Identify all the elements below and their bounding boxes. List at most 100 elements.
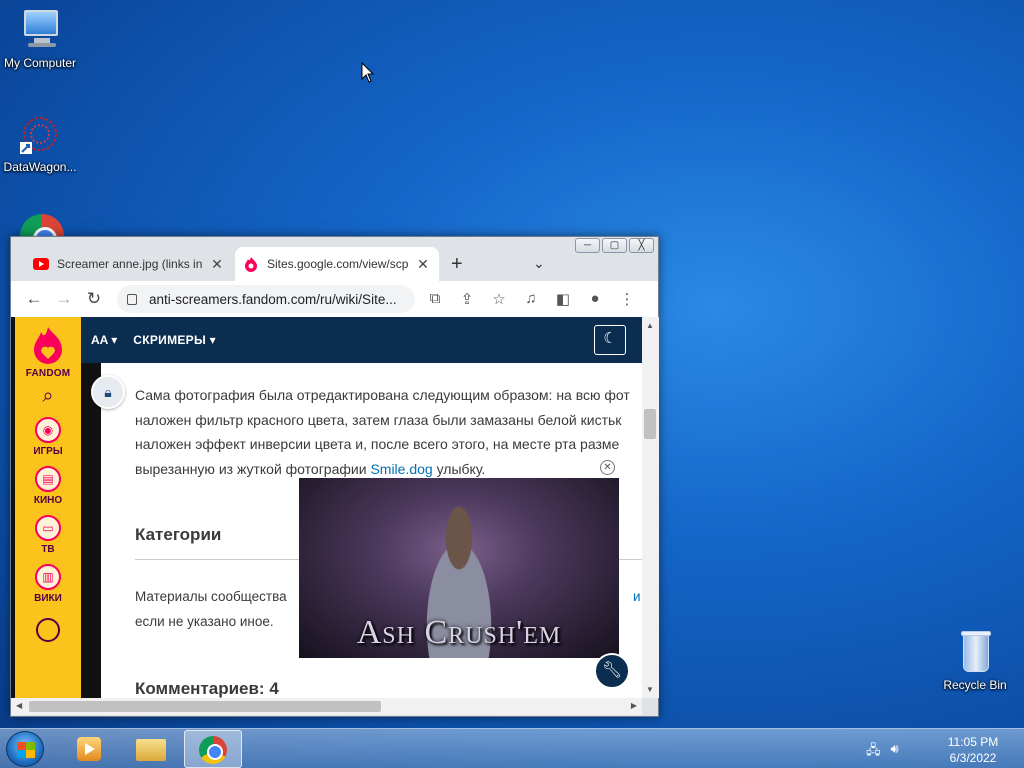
network-icon[interactable]: 🖧︎ [866, 741, 881, 763]
scroll-thumb[interactable] [644, 409, 656, 439]
fandom-icon [245, 257, 257, 272]
desktop-icon-my-computer[interactable]: My Computer [0, 8, 80, 70]
tab-close-icon[interactable]: ✕ [209, 256, 225, 273]
wrench-icon: 🔧︎ [601, 662, 623, 679]
moon-icon: ☾ [603, 330, 617, 347]
license-link[interactable]: и С [633, 585, 642, 610]
clock-date: 6/3/2022 [949, 751, 997, 765]
categories-heading: Категории [135, 525, 222, 544]
tab-search-button[interactable]: ⌄ [533, 255, 545, 272]
comments-heading: Комментариев: 4 [135, 679, 279, 698]
video-close-button[interactable]: ✕ [600, 460, 615, 475]
media-icon[interactable]: ♫ [515, 290, 547, 308]
page-margin [81, 317, 101, 698]
article-line: наложен фильтр красного цвета, затем гла… [135, 411, 622, 428]
sidepanel-icon[interactable]: ◧ [547, 290, 579, 308]
scroll-right-icon[interactable]: ▶ [631, 701, 637, 710]
sidebar-item-label: КИНО [33, 495, 63, 506]
tab-screamer[interactable]: Screamer anne.jpg (links in ✕ [25, 247, 233, 281]
video-player[interactable]: Ash Crush'em [299, 478, 619, 658]
wiki-menu[interactable]: AA ▾ [91, 333, 117, 347]
article-text: Сама фотография была отредактирована сле… [135, 383, 642, 481]
desktop-icon-recycle-bin[interactable]: Recycle Bin [935, 630, 1015, 692]
profile-icon[interactable]: ● [579, 290, 611, 308]
reload-button[interactable]: ↻ [79, 289, 109, 309]
sidebar-item-tv[interactable]: ▭ ТВ [15, 515, 81, 555]
tab-title: Screamer anne.jpg (links in [57, 257, 203, 271]
search-icon[interactable]: ⌕ [15, 385, 81, 408]
taskbar: 🖧︎ 🔊︎ 11:05 PM 6/3/2022 [0, 728, 1024, 768]
sidebar-item-movies[interactable]: ▤ КИНО [15, 466, 81, 506]
scroll-thumb[interactable] [29, 701, 381, 712]
article-text-span: вырезанную из жуткой фотографии [135, 460, 371, 477]
screamers-menu[interactable]: СКРИМЕРЫ ▾ [133, 333, 216, 347]
tab-sites-google[interactable]: Sites.google.com/view/scp ✕ [235, 247, 439, 281]
film-icon: ▤ [35, 466, 61, 492]
gamepad-icon: ◉ [35, 417, 61, 443]
tv-icon: ▭ [35, 515, 61, 541]
taskbar-media-player[interactable] [60, 730, 118, 768]
fandom-logo[interactable] [31, 325, 65, 365]
windows-logo-icon [17, 742, 35, 758]
tab-title: Sites.google.com/view/scp [267, 257, 409, 271]
scroll-down-icon[interactable]: ▼ [646, 685, 654, 694]
new-tab-button[interactable]: + [451, 253, 463, 276]
scroll-up-icon[interactable]: ▲ [646, 321, 654, 330]
tab-strip: Screamer anne.jpg (links in ✕ Sites.goog… [11, 247, 658, 281]
book-icon: ▥ [35, 564, 61, 590]
folder-icon [136, 739, 166, 761]
sidebar-item-label: ВИКИ [34, 593, 62, 604]
sidebar-item-wikis[interactable]: ▥ ВИКИ [15, 564, 81, 604]
mouse-cursor-icon [361, 62, 375, 83]
smile-dog-link[interactable]: Smile.dog [370, 461, 432, 477]
star-icon[interactable]: ☆ [483, 290, 515, 308]
dark-mode-toggle[interactable]: ☾ [594, 325, 626, 355]
fandom-brand-label: FANDOM [25, 368, 71, 379]
tab-close-icon[interactable]: ✕ [415, 256, 431, 273]
sidebar-item-games[interactable]: ◉ ИГРЫ [15, 417, 81, 457]
license-line: Материалы сообщества [135, 589, 287, 604]
recycle-bin-icon [953, 630, 997, 674]
desktop-icon-label: My Computer [3, 56, 77, 70]
volume-icon[interactable]: 🔊︎ [891, 741, 899, 763]
horizontal-scrollbar[interactable]: ◀ ▶ [11, 698, 642, 715]
media-player-icon [77, 737, 101, 761]
desktop-icon-label: DataWagon... [3, 160, 77, 174]
lock-icon: 🔒︎ [104, 384, 112, 400]
video-caption: Ash Crush'em [356, 614, 562, 651]
scroll-left-icon[interactable]: ◀ [16, 701, 22, 710]
system-tray: 🖧︎ 🔊︎ [866, 741, 899, 763]
back-button[interactable]: ← [19, 289, 49, 309]
user-icon[interactable] [36, 618, 60, 642]
start-button[interactable] [6, 731, 44, 767]
clock[interactable]: 11:05 PM 6/3/2022 [936, 734, 1010, 766]
wrench-button[interactable]: 🔧︎ [594, 653, 630, 689]
datawagon-icon [18, 112, 62, 156]
toolbar-actions: ⧉ ⇪ ☆ ♫ ◧ ● ⋮ [419, 290, 643, 308]
browser-toolbar: ← → ↻ anti-screamers.fandom.com/ru/wiki/… [11, 281, 658, 317]
taskbar-explorer[interactable] [122, 730, 180, 768]
forward-button[interactable]: → [49, 289, 79, 309]
translate-icon[interactable]: ⧉ [419, 290, 451, 308]
sidebar-item-label: ТВ [41, 544, 55, 555]
vertical-scrollbar[interactable]: ▲ ▼ [642, 317, 659, 698]
license-line: если не указано иное. [135, 613, 274, 629]
article-line: наложен эффект инверсии цвета и, после в… [135, 436, 620, 452]
browser-window: ─ ▢ ╳ Screamer anne.jpg (links in ✕ Site… [10, 236, 659, 717]
share-icon[interactable]: ⇪ [451, 290, 483, 308]
computer-icon [18, 8, 62, 52]
youtube-icon [33, 258, 49, 270]
desktop-icon-label: Recycle Bin [943, 678, 1007, 692]
taskbar-chrome[interactable] [184, 730, 242, 768]
chrome-icon [199, 736, 227, 764]
desktop-icon-datawagon[interactable]: DataWagon... [0, 112, 80, 174]
wiki-top-nav: AA ▾ СКРИМЕРЫ ▾ ☾ [81, 317, 642, 363]
page-content: FANDOM ⌕ ◉ ИГРЫ ▤ КИНО ▭ ТВ ▥ ВИКИ AA ▾ [11, 317, 642, 698]
article-line: Сама фотография была отредактирована сле… [135, 387, 630, 403]
fandom-sidebar: FANDOM ⌕ ◉ ИГРЫ ▤ КИНО ▭ ТВ ▥ ВИКИ [15, 317, 81, 698]
clock-time: 11:05 PM [947, 735, 999, 749]
address-bar[interactable]: anti-screamers.fandom.com/ru/wiki/Site..… [117, 285, 415, 313]
sidebar-item-label: ИГРЫ [33, 446, 63, 457]
lock-fab[interactable]: 🔒︎ [91, 375, 125, 409]
menu-icon[interactable]: ⋮ [611, 290, 643, 308]
